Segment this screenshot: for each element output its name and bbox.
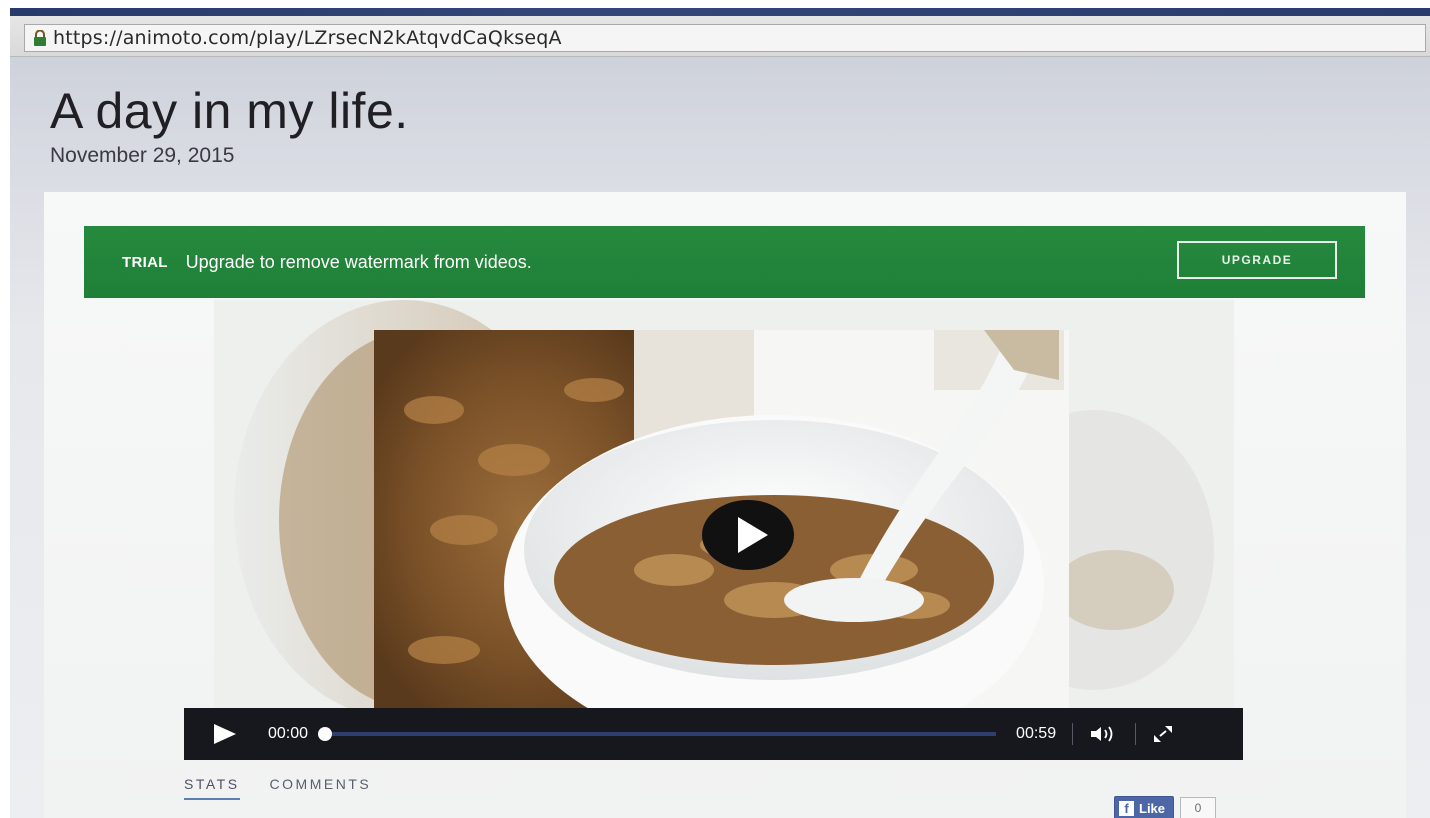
progress-bar[interactable] xyxy=(318,727,997,741)
volume-icon[interactable] xyxy=(1089,724,1119,744)
video-card: TRIAL Upgrade to remove watermark from v… xyxy=(44,192,1406,818)
like-button[interactable]: f Like xyxy=(1114,796,1175,818)
page-date: November 29, 2015 xyxy=(50,144,235,167)
trial-tag: TRIAL xyxy=(122,253,168,271)
like-label: Like xyxy=(1139,800,1166,816)
tab-bar: STATS COMMENTS xyxy=(184,776,371,800)
screen: https://animoto.com/play/LZrsecN2kAtqvdC… xyxy=(10,8,1430,818)
upgrade-button[interactable]: UPGRADE xyxy=(1177,241,1337,279)
big-play-button[interactable] xyxy=(702,500,794,570)
tab-stats[interactable]: STATS xyxy=(184,776,240,800)
trial-message: Upgrade to remove watermark from videos. xyxy=(185,251,532,272)
current-time: 00:00 xyxy=(268,725,309,742)
divider xyxy=(1135,723,1137,745)
url-box[interactable]: https://animoto.com/play/LZrsecN2kAtqvdC… xyxy=(24,24,1426,52)
like-count: 0 xyxy=(1180,797,1217,818)
facebook-icon: f xyxy=(1119,800,1134,816)
page-title: A day in my life. xyxy=(50,83,409,139)
fullscreen-icon[interactable] xyxy=(1152,724,1174,744)
total-time: 00:59 xyxy=(1016,725,1057,742)
player-controls: 00:00 00:59 xyxy=(184,708,1243,760)
facebook-like: f Like 0 xyxy=(1114,796,1217,818)
video-frame[interactable] xyxy=(214,300,1234,710)
window-top-edge xyxy=(10,8,1430,16)
trial-banner: TRIAL Upgrade to remove watermark from v… xyxy=(84,226,1365,298)
play-icon[interactable] xyxy=(212,722,240,746)
url-text: https://animoto.com/play/LZrsecN2kAtqvdC… xyxy=(53,27,562,49)
lock-icon xyxy=(33,30,47,46)
tab-comments[interactable]: COMMENTS xyxy=(270,776,372,800)
divider xyxy=(1072,723,1074,745)
address-bar: https://animoto.com/play/LZrsecN2kAtqvdC… xyxy=(10,16,1430,57)
progress-handle[interactable] xyxy=(318,727,333,741)
